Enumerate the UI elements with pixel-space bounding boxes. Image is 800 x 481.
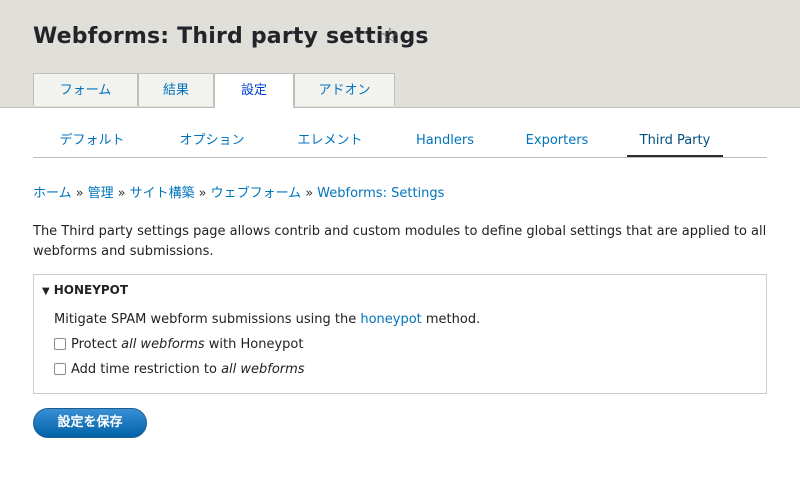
honeypot-summary-label: HONEYPOT [53, 283, 129, 297]
breadcrumb-separator: » [305, 186, 314, 201]
breadcrumb-webforms-settings[interactable]: Webforms: Settings [317, 186, 444, 201]
breadcrumb-home[interactable]: ホーム [33, 186, 72, 201]
breadcrumb-separator: » [117, 186, 126, 201]
time-restriction-checkbox[interactable] [54, 362, 66, 375]
honeypot-summary[interactable]: ▼ HONEYPOT [42, 283, 128, 297]
breadcrumb-admin[interactable]: 管理 [88, 186, 114, 201]
triangle-down-icon: ▼ [42, 286, 50, 297]
star-icon[interactable]: ☆ [380, 26, 400, 48]
honeypot-details: ▼ HONEYPOT Mitigate SPAM webform submissi… [33, 274, 767, 394]
protect-all-checkbox[interactable] [54, 337, 66, 350]
subtab-options[interactable]: オプション [167, 125, 257, 157]
checkbox1-label-before: Protect [71, 337, 122, 352]
honeypot-text-before: Mitigate SPAM webform submissions using … [54, 312, 361, 327]
breadcrumb-separator: » [198, 186, 207, 201]
subtab-third-party[interactable]: Third Party [627, 125, 723, 157]
subtab-elements[interactable]: エレメント [285, 125, 375, 157]
checkbox1-label-em: all webforms [121, 337, 205, 352]
checkbox2-label-em: all webforms [221, 362, 305, 377]
time-restriction-checkbox-row[interactable]: Add time restriction to all webforms [54, 362, 305, 378]
breadcrumb-webforms[interactable]: ウェブフォーム [211, 186, 302, 201]
protect-all-checkbox-row[interactable]: Protect all webforms with Honeypot [54, 337, 303, 353]
breadcrumb-separator: » [75, 186, 84, 201]
tab-addons[interactable]: アドオン [294, 73, 395, 106]
checkbox1-label-after: with Honeypot [204, 337, 304, 352]
page-header: Webforms: Third party settings ☆ フォーム 結果… [0, 0, 800, 108]
save-button[interactable]: 設定を保存 [33, 408, 147, 438]
subtab-default[interactable]: デフォルト [47, 125, 137, 157]
tab-settings[interactable]: 設定 [214, 73, 294, 108]
honeypot-link[interactable]: honeypot [360, 312, 421, 327]
honeypot-description: Mitigate SPAM webform submissions using … [54, 312, 480, 327]
honeypot-text-after: method. [421, 312, 481, 327]
subtab-exporters[interactable]: Exporters [515, 125, 599, 157]
checkbox2-label-before: Add time restriction to [71, 362, 222, 377]
tab-results[interactable]: 結果 [138, 73, 214, 106]
secondary-tabs: デフォルト オプション エレメント Handlers Exporters Thi… [33, 125, 767, 158]
page-description: The Third party settings page allows con… [33, 224, 767, 259]
tab-form[interactable]: フォーム [33, 73, 138, 106]
breadcrumb: ホーム» 管理» サイト構築» ウェブフォーム» Webforms: Settings [33, 182, 444, 201]
page-title: Webforms: Third party settings [33, 24, 429, 49]
subtab-handlers[interactable]: Handlers [405, 125, 485, 157]
breadcrumb-structure[interactable]: サイト構築 [130, 186, 195, 201]
